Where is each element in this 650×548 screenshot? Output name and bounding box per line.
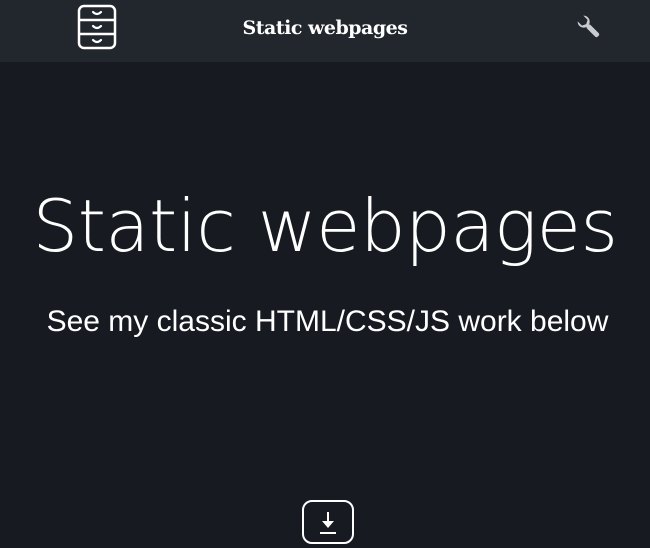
hero-title: Static webpages xyxy=(32,184,619,268)
top-bar: Static webpages xyxy=(0,0,650,62)
scroll-down-button[interactable] xyxy=(302,500,354,544)
settings-button[interactable] xyxy=(574,12,604,42)
hero-subtitle: See my classic HTML/CSS/JS work below xyxy=(46,305,609,338)
menu-button[interactable] xyxy=(77,4,117,50)
wrench-icon xyxy=(577,15,600,38)
filing-cabinet-icon xyxy=(77,4,117,50)
download-arrow-icon xyxy=(320,512,336,534)
